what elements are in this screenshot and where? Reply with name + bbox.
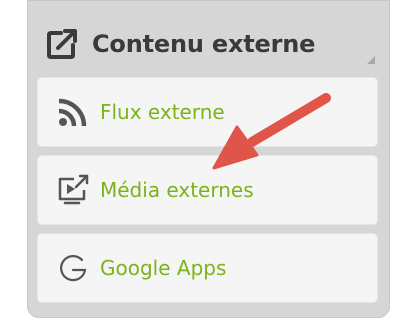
rss-feed-icon bbox=[58, 98, 87, 127]
menu-item-external-feed[interactable]: Flux externe bbox=[38, 78, 377, 146]
external-content-panel: Contenu externe Flux externe Média exter… bbox=[27, 0, 390, 318]
menu-item-external-media[interactable]: Média externes bbox=[38, 156, 377, 224]
menu-item-google-apps[interactable]: Google Apps bbox=[38, 234, 377, 302]
panel-header: Contenu externe bbox=[42, 16, 377, 72]
root: { "panel": { "title": "Contenu externe",… bbox=[0, 0, 398, 329]
external-content-list: Flux externe Média externes Google Apps bbox=[38, 78, 377, 303]
panel-title: Contenu externe bbox=[92, 30, 316, 58]
external-link-icon bbox=[47, 29, 77, 59]
menu-item-label: Google Apps bbox=[100, 256, 227, 280]
google-icon bbox=[60, 255, 87, 282]
resize-grip-icon[interactable] bbox=[367, 56, 375, 64]
menu-item-label: Flux externe bbox=[100, 100, 225, 124]
menu-item-label: Média externes bbox=[100, 178, 254, 202]
external-media-icon bbox=[58, 174, 89, 205]
